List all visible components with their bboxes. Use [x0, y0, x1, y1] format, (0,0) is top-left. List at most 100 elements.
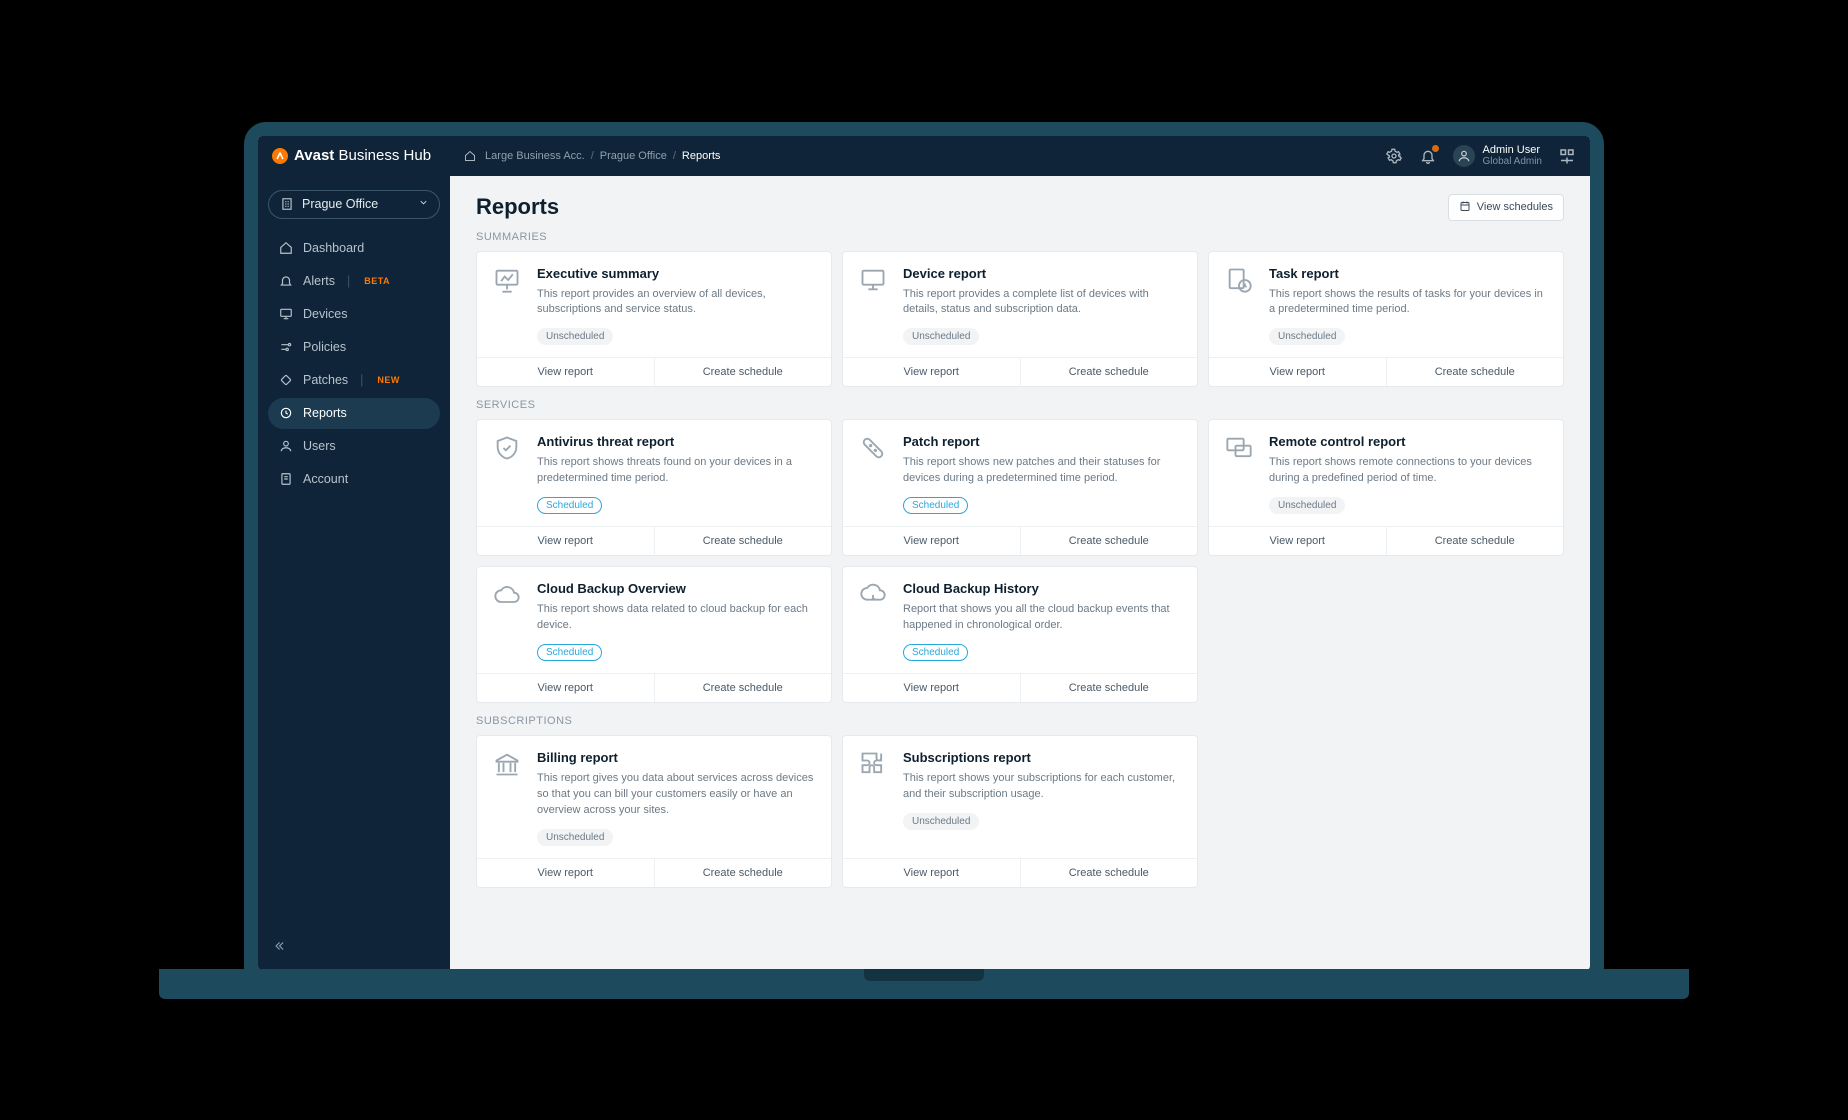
breadcrumb: Large Business Acc. / Prague Office / Re… [461, 147, 720, 165]
create-schedule-button[interactable]: Create schedule [655, 527, 832, 555]
card-device-report: Device report This report provides a com… [842, 251, 1198, 388]
user-icon [278, 439, 293, 454]
bank-icon [493, 750, 523, 780]
card-title: Cloud Backup Overview [537, 581, 815, 596]
collapse-sidebar-button[interactable] [272, 939, 286, 956]
card-remote-control-report: Remote control report This report shows … [1208, 419, 1564, 556]
puzzle-icon [859, 750, 889, 780]
card-billing-report: Billing report This report gives you dat… [476, 735, 832, 888]
status-badge: Unscheduled [903, 813, 979, 830]
card-desc: This report shows remote connections to … [1269, 455, 1547, 487]
patch-icon [278, 373, 293, 388]
card-desc: This report provides an overview of all … [537, 287, 815, 319]
view-report-button[interactable]: View report [843, 358, 1021, 386]
create-schedule-button[interactable]: Create schedule [1021, 859, 1198, 887]
page-title: Reports [476, 194, 559, 220]
create-schedule-button[interactable]: Create schedule [655, 674, 832, 702]
card-desc: This report shows the results of tasks f… [1269, 287, 1547, 319]
view-schedules-button[interactable]: View schedules [1448, 194, 1564, 221]
crumb-current: Reports [682, 150, 721, 162]
create-schedule-button[interactable]: Create schedule [1021, 358, 1198, 386]
section-subscriptions: SUBSCRIPTIONS [476, 715, 1564, 727]
brand-rest: Business Hub [338, 147, 431, 164]
sidebar: Prague Office Dashboard Alerts | BETA [258, 176, 450, 970]
card-title: Remote control report [1269, 434, 1547, 449]
status-badge: Scheduled [537, 497, 602, 514]
nav-policies[interactable]: Policies [268, 332, 440, 363]
task-clock-icon [1225, 266, 1255, 296]
nav-dashboard[interactable]: Dashboard [268, 233, 440, 264]
bandage-icon [859, 434, 889, 464]
view-report-button[interactable]: View report [843, 674, 1021, 702]
brand: Avast Business Hub [272, 147, 431, 164]
shield-check-icon [493, 434, 523, 464]
avatar-icon [1453, 145, 1475, 167]
nav-reports[interactable]: Reports [268, 398, 440, 429]
card-desc: This report provides a complete list of … [903, 287, 1181, 319]
crumb-home[interactable]: Large Business Acc. [485, 150, 585, 162]
user-role: Global Admin [1483, 156, 1542, 167]
brand-bold: Avast [294, 147, 334, 164]
brand-logo-icon [272, 148, 288, 164]
section-services: SERVICES [476, 399, 1564, 411]
card-desc: This report shows your subscriptions for… [903, 771, 1181, 803]
create-schedule-button[interactable]: Create schedule [1021, 674, 1198, 702]
view-report-button[interactable]: View report [1209, 358, 1387, 386]
card-patch-report: Patch report This report shows new patch… [842, 419, 1198, 556]
notifications-icon[interactable] [1419, 147, 1437, 165]
apps-icon[interactable] [1558, 147, 1576, 165]
view-report-button[interactable]: View report [843, 859, 1021, 887]
home-icon [278, 241, 293, 256]
new-tag: NEW [377, 375, 400, 385]
card-title: Antivirus threat report [537, 434, 815, 449]
monitor-icon [859, 266, 889, 296]
office-name: Prague Office [302, 197, 378, 211]
card-title: Device report [903, 266, 1181, 281]
nav-devices[interactable]: Devices [268, 299, 440, 330]
chevron-down-icon [418, 197, 429, 211]
bell-icon [278, 274, 293, 289]
card-desc: Report that shows you all the cloud back… [903, 602, 1181, 634]
nav-account[interactable]: Account [268, 464, 440, 495]
card-desc: This report shows threats found on your … [537, 455, 815, 487]
card-title: Task report [1269, 266, 1547, 281]
status-badge: Scheduled [537, 644, 602, 661]
calendar-icon [1459, 200, 1471, 215]
view-report-button[interactable]: View report [1209, 527, 1387, 555]
nav-users[interactable]: Users [268, 431, 440, 462]
create-schedule-button[interactable]: Create schedule [1387, 527, 1564, 555]
cloud-history-icon [859, 581, 889, 611]
card-title: Subscriptions report [903, 750, 1181, 765]
create-schedule-button[interactable]: Create schedule [1387, 358, 1564, 386]
crumb-mid[interactable]: Prague Office [600, 150, 667, 162]
sliders-icon [278, 340, 293, 355]
cloud-icon [493, 581, 523, 611]
card-desc: This report gives you data about service… [537, 771, 815, 819]
create-schedule-button[interactable]: Create schedule [655, 859, 832, 887]
card-antivirus-report: Antivirus threat report This report show… [476, 419, 832, 556]
view-report-button[interactable]: View report [477, 674, 655, 702]
presentation-icon [493, 266, 523, 296]
create-schedule-button[interactable]: Create schedule [1021, 527, 1198, 555]
view-report-button[interactable]: View report [843, 527, 1021, 555]
user-menu[interactable]: Admin User Global Admin [1453, 144, 1542, 167]
card-cloud-backup-overview: Cloud Backup Overview This report shows … [476, 566, 832, 703]
view-report-button[interactable]: View report [477, 859, 655, 887]
office-selector[interactable]: Prague Office [268, 190, 440, 219]
view-report-button[interactable]: View report [477, 527, 655, 555]
main-content: Reports View schedules SUMMARIES [450, 176, 1590, 970]
nav-alerts[interactable]: Alerts | BETA [268, 266, 440, 297]
file-icon [278, 472, 293, 487]
card-desc: This report shows new patches and their … [903, 455, 1181, 487]
card-desc: This report shows data related to cloud … [537, 602, 815, 634]
create-schedule-button[interactable]: Create schedule [655, 358, 832, 386]
status-badge: Scheduled [903, 644, 968, 661]
building-icon [279, 197, 294, 212]
home-icon[interactable] [461, 147, 479, 165]
screens-icon [1225, 434, 1255, 464]
card-title: Billing report [537, 750, 815, 765]
view-report-button[interactable]: View report [477, 358, 655, 386]
settings-icon[interactable] [1385, 147, 1403, 165]
nav-patches[interactable]: Patches | NEW [268, 365, 440, 396]
status-badge: Unscheduled [537, 328, 613, 345]
